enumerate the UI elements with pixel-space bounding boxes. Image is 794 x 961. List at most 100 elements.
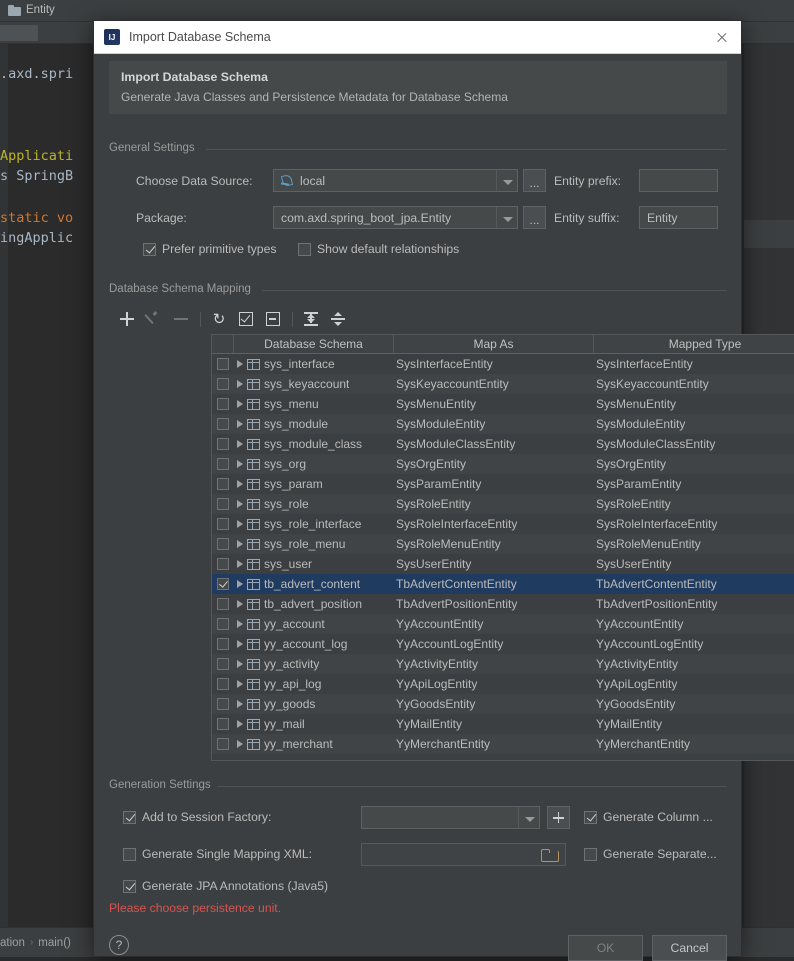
add-session-factory-button[interactable]: [547, 806, 570, 829]
breadcrumb-method[interactable]: main(): [38, 937, 71, 949]
cell-map-as[interactable]: SysRoleMenuEntity: [394, 534, 594, 554]
row-checkbox[interactable]: [212, 434, 234, 454]
chevron-down-icon[interactable]: [518, 807, 539, 828]
chevron-right-icon[interactable]: [237, 520, 243, 528]
close-icon[interactable]: [709, 24, 735, 50]
row-checkbox[interactable]: [212, 514, 234, 534]
row-checkbox[interactable]: [212, 734, 234, 754]
table-row[interactable]: yy_goodsYyGoodsEntityYyGoodsEntity: [212, 694, 794, 714]
chevron-right-icon[interactable]: [237, 540, 243, 548]
generate-single-mapping-xml-checkbox[interactable]: Generate Single Mapping XML:: [123, 847, 312, 861]
prefer-primitive-types-checkbox[interactable]: Prefer primitive types: [143, 242, 276, 256]
chevron-right-icon[interactable]: [237, 700, 243, 708]
table-row[interactable]: sys_interfaceSysInterfaceEntitySysInterf…: [212, 354, 794, 374]
row-checkbox[interactable]: [212, 374, 234, 394]
refresh-button[interactable]: ↻: [206, 308, 232, 330]
generate-jpa-annotations-checkbox[interactable]: Generate JPA Annotations (Java5): [123, 879, 328, 893]
expand-all-button[interactable]: [298, 308, 324, 330]
chevron-right-icon[interactable]: [237, 360, 243, 368]
chevron-right-icon[interactable]: [237, 380, 243, 388]
select-all-button[interactable]: [233, 308, 259, 330]
row-checkbox[interactable]: [212, 354, 234, 374]
cell-map-as[interactable]: YyApiLogEntity: [394, 674, 594, 694]
table-row[interactable]: yy_account_logYyAccountLogEntityYyAccoun…: [212, 634, 794, 654]
table-row[interactable]: tb_advert_positionTbAdvertPositionEntity…: [212, 594, 794, 614]
schema-mapping-table[interactable]: Database Schema Map As Mapped Type sys_i…: [211, 334, 794, 761]
table-row[interactable]: sys_userSysUserEntitySysUserEntity: [212, 554, 794, 574]
table-row[interactable]: sys_moduleSysModuleEntitySysModuleEntity: [212, 414, 794, 434]
session-factory-select[interactable]: [361, 806, 540, 829]
cell-map-as[interactable]: YyMerchantEntity: [394, 734, 594, 754]
chevron-right-icon[interactable]: [237, 620, 243, 628]
table-header-map-as[interactable]: Map As: [394, 335, 594, 353]
breadcrumb-class[interactable]: ation: [0, 937, 25, 949]
row-checkbox[interactable]: [212, 714, 234, 734]
table-row[interactable]: sys_menuSysMenuEntitySysMenuEntity: [212, 394, 794, 414]
chevron-down-icon[interactable]: [496, 170, 517, 191]
chevron-right-icon[interactable]: [237, 500, 243, 508]
data-source-browse-button[interactable]: ...: [523, 169, 546, 192]
cell-map-as[interactable]: YyAccountLogEntity: [394, 634, 594, 654]
table-row[interactable]: yy_accountYyAccountEntityYyAccountEntity: [212, 614, 794, 634]
table-row[interactable]: yy_merchantYyMerchantEntityYyMerchantEnt…: [212, 734, 794, 754]
package-select[interactable]: com.axd.spring_boot_jpa.Entity: [273, 206, 518, 229]
cell-map-as[interactable]: SysRoleEntity: [394, 494, 594, 514]
chevron-right-icon[interactable]: [237, 600, 243, 608]
chevron-right-icon[interactable]: [237, 740, 243, 748]
cell-map-as[interactable]: SysModuleEntity: [394, 414, 594, 434]
chevron-right-icon[interactable]: [237, 660, 243, 668]
chevron-right-icon[interactable]: [237, 400, 243, 408]
row-checkbox[interactable]: [212, 474, 234, 494]
table-header-mapped-type[interactable]: Mapped Type: [594, 335, 794, 353]
row-checkbox[interactable]: [212, 454, 234, 474]
chevron-right-icon[interactable]: [237, 560, 243, 568]
cell-map-as[interactable]: SysKeyaccountEntity: [394, 374, 594, 394]
ok-button[interactable]: OK: [568, 935, 643, 961]
table-row[interactable]: sys_role_menuSysRoleMenuEntitySysRoleMen…: [212, 534, 794, 554]
table-header-database-schema[interactable]: Database Schema: [234, 335, 394, 353]
row-checkbox[interactable]: [212, 634, 234, 654]
entity-suffix-input[interactable]: Entity: [639, 206, 718, 229]
cell-map-as[interactable]: YyMailEntity: [394, 714, 594, 734]
cell-map-as[interactable]: SysRoleInterfaceEntity: [394, 514, 594, 534]
data-source-select[interactable]: local: [273, 169, 518, 192]
generate-column-checkbox[interactable]: Generate Column ...: [584, 810, 713, 824]
table-row[interactable]: yy_api_logYyApiLogEntityYyApiLogEntity: [212, 674, 794, 694]
add-session-factory-checkbox[interactable]: Add to Session Factory:: [123, 810, 271, 824]
chevron-right-icon[interactable]: [237, 580, 243, 588]
chevron-right-icon[interactable]: [237, 480, 243, 488]
table-row[interactable]: sys_roleSysRoleEntitySysRoleEntity: [212, 494, 794, 514]
table-row[interactable]: sys_paramSysParamEntitySysParamEntity: [212, 474, 794, 494]
row-checkbox[interactable]: [212, 674, 234, 694]
cell-map-as[interactable]: YyAccountEntity: [394, 614, 594, 634]
row-checkbox[interactable]: [212, 654, 234, 674]
table-row[interactable]: tb_advert_contentTbAdvertContentEntityTb…: [212, 574, 794, 594]
row-checkbox[interactable]: [212, 574, 234, 594]
row-checkbox[interactable]: [212, 594, 234, 614]
generate-separate-checkbox[interactable]: Generate Separate...: [584, 847, 717, 861]
row-checkbox[interactable]: [212, 694, 234, 714]
chevron-down-icon[interactable]: [496, 207, 517, 228]
show-default-relationships-checkbox[interactable]: Show default relationships: [298, 242, 459, 256]
chevron-right-icon[interactable]: [237, 420, 243, 428]
table-row[interactable]: sys_role_interfaceSysRoleInterfaceEntity…: [212, 514, 794, 534]
row-checkbox[interactable]: [212, 614, 234, 634]
add-button[interactable]: [114, 308, 140, 330]
editor-tab-entity[interactable]: Entity: [4, 2, 63, 18]
package-browse-button[interactable]: ...: [523, 206, 546, 229]
cell-map-as[interactable]: SysMenuEntity: [394, 394, 594, 414]
row-checkbox[interactable]: [212, 494, 234, 514]
collapse-all-button[interactable]: [325, 308, 351, 330]
cell-map-as[interactable]: YyActivityEntity: [394, 654, 594, 674]
chevron-right-icon[interactable]: [237, 640, 243, 648]
chevron-right-icon[interactable]: [237, 680, 243, 688]
table-row[interactable]: yy_activityYyActivityEntityYyActivityEnt…: [212, 654, 794, 674]
cell-map-as[interactable]: YyGoodsEntity: [394, 694, 594, 714]
folder-icon[interactable]: [541, 848, 559, 862]
cell-map-as[interactable]: SysUserEntity: [394, 554, 594, 574]
cell-map-as[interactable]: TbAdvertContentEntity: [394, 574, 594, 594]
cell-map-as[interactable]: SysModuleClassEntity: [394, 434, 594, 454]
cell-map-as[interactable]: SysOrgEntity: [394, 454, 594, 474]
table-row[interactable]: sys_module_classSysModuleClassEntitySysM…: [212, 434, 794, 454]
row-checkbox[interactable]: [212, 394, 234, 414]
